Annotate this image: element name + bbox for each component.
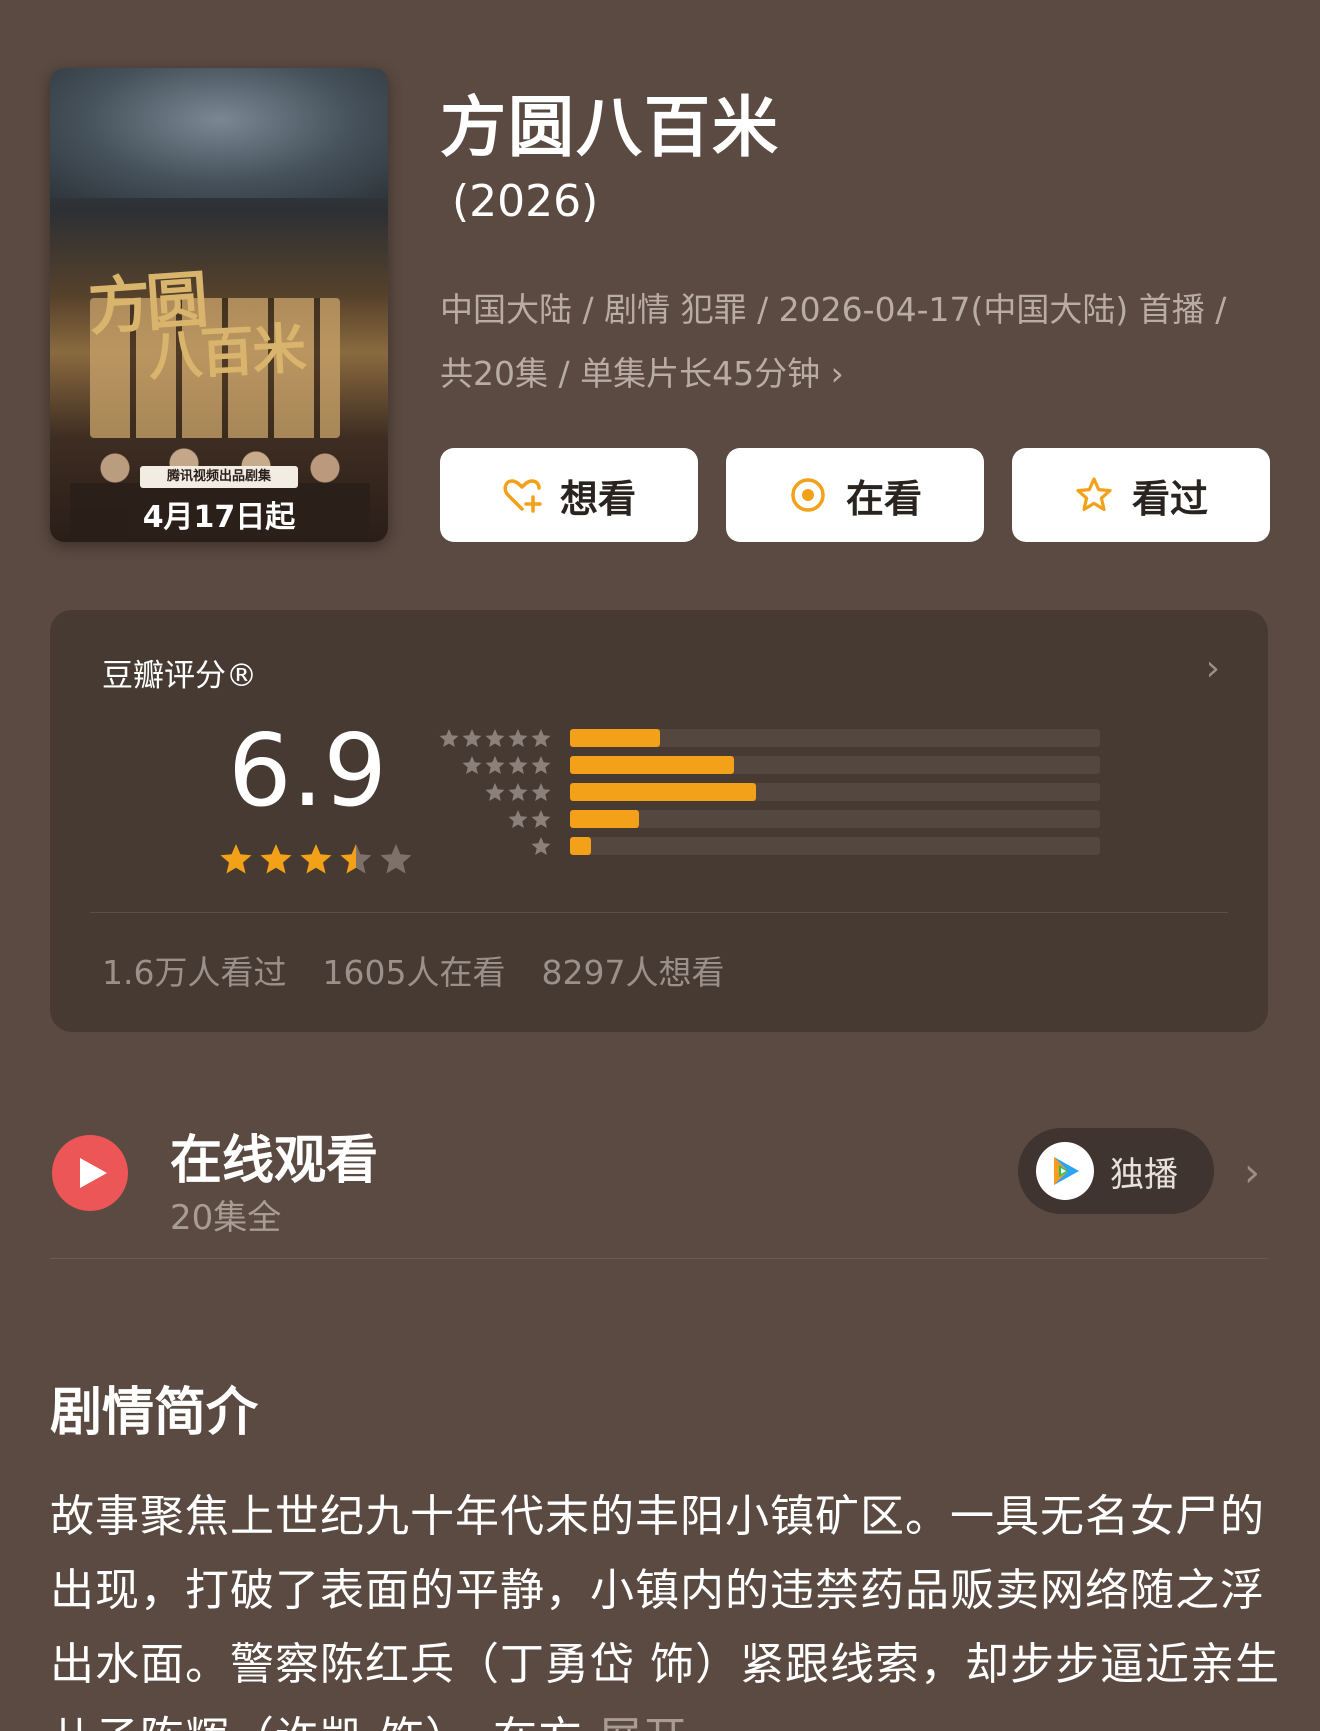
- expand-link[interactable]: 展开: [598, 1713, 688, 1731]
- small-star-icon: [508, 782, 528, 801]
- small-star-icon: [485, 728, 505, 747]
- watched-button[interactable]: 看过: [1012, 448, 1270, 542]
- distribution-row: [432, 751, 1100, 778]
- watching-label: 在看: [845, 476, 922, 521]
- online-watch-title[interactable]: 在线观看: [170, 1118, 378, 1193]
- small-star-icon: [485, 755, 505, 774]
- small-star-icon: [531, 809, 551, 828]
- distribution-bar: [570, 755, 735, 774]
- small-star-icon: [485, 782, 505, 801]
- distribution-row: [432, 805, 1100, 832]
- online-watch-subtitle: 20集全: [170, 1198, 282, 1238]
- small-star-icon: [508, 755, 528, 774]
- small-star-icon: [531, 782, 551, 801]
- play-icon[interactable]: [52, 1135, 128, 1211]
- distribution-row: [432, 724, 1100, 751]
- small-star-icon: [531, 728, 551, 747]
- want-to-watch-button[interactable]: 想看: [440, 448, 698, 542]
- star-icon: [380, 844, 412, 874]
- rating-counts: 1.6万人看过 1605人在看 8297人想看: [102, 946, 724, 994]
- distribution-track: [570, 836, 1100, 855]
- rating-card[interactable]: 豆瓣评分® › 6.9 1.6万人看过 1605人在看 8297人想看: [50, 610, 1268, 1032]
- rating-label: 豆瓣评分®: [102, 658, 257, 694]
- watching-count: 1605人在看: [322, 953, 506, 992]
- show-meta[interactable]: 中国大陆 / 剧情 犯罪 / 2026-04-17(中国大陆) 首播 / 共20…: [440, 278, 1260, 406]
- synopsis-body: 故事聚焦上世纪九十年代末的丰阳小镇矿区。一具无名女尸的出现，打破了表面的平静，小…: [50, 1491, 1280, 1731]
- distribution-bar: [570, 836, 592, 855]
- show-year: (2026): [452, 176, 599, 227]
- action-buttons: 想看 在看 看过: [440, 448, 1270, 542]
- chevron-right-icon: ›: [830, 354, 844, 393]
- want-count: 8297人想看: [541, 953, 725, 992]
- distribution-track: [570, 782, 1100, 801]
- distribution-stars: [432, 755, 552, 775]
- small-star-icon: [462, 755, 482, 774]
- poster-sky: [50, 68, 388, 198]
- watching-button[interactable]: 在看: [726, 448, 984, 542]
- distribution-row: [432, 778, 1100, 805]
- divider: [90, 912, 1228, 913]
- platform-pill[interactable]: 独播: [1018, 1128, 1214, 1214]
- distribution-bar: [570, 728, 661, 747]
- poster-date: 4月17日起: [142, 500, 296, 535]
- distribution-track: [570, 755, 1100, 774]
- show-title: 方圆八百米: [440, 89, 780, 166]
- star-icon: [300, 844, 332, 874]
- rating-stars: [218, 842, 414, 876]
- distribution-bar: [570, 809, 639, 828]
- star-icon: [260, 844, 292, 874]
- distribution-stars: [432, 782, 552, 802]
- poster-image[interactable]: 方圆 八百米 腾讯视频出品剧集 4月17日起: [50, 68, 388, 542]
- want-to-watch-label: 想看: [559, 476, 636, 521]
- watched-label: 看过: [1131, 476, 1208, 521]
- chevron-right-icon[interactable]: ›: [1244, 1150, 1260, 1196]
- star-icon: [340, 844, 372, 874]
- rating-distribution: [432, 724, 1100, 859]
- small-star-icon: [462, 728, 482, 747]
- divider: [50, 1258, 1268, 1259]
- star-outline-icon: [1076, 477, 1112, 511]
- watched-count: 1.6万人看过: [102, 953, 287, 992]
- heart-plus-icon: [503, 479, 542, 513]
- small-star-icon: [531, 755, 551, 774]
- small-star-icon: [508, 809, 528, 828]
- small-star-icon: [439, 728, 459, 747]
- target-icon: [791, 478, 825, 512]
- chevron-right-icon: ›: [1205, 648, 1220, 689]
- distribution-row: [432, 832, 1100, 859]
- distribution-bar: [570, 782, 756, 801]
- synopsis-title: 剧情简介: [50, 1383, 259, 1443]
- distribution-track: [570, 728, 1100, 747]
- rating-score: 6.9: [228, 712, 388, 829]
- platform-label: 独播: [1110, 1154, 1178, 1195]
- synopsis-text: 故事聚焦上世纪九十年代末的丰阳小镇矿区。一具无名女尸的出现，打破了表面的平静，小…: [50, 1480, 1280, 1731]
- distribution-stars: [432, 728, 552, 748]
- distribution-stars: [432, 809, 552, 829]
- distribution-track: [570, 809, 1100, 828]
- tencent-video-icon: [1036, 1142, 1094, 1200]
- distribution-stars: [432, 836, 552, 856]
- poster-badge: 腾讯视频出品剧集: [140, 466, 298, 488]
- poster-title-line2: 八百米: [146, 315, 306, 389]
- star-icon: [220, 844, 252, 874]
- small-star-icon: [508, 728, 528, 747]
- small-star-icon: [531, 836, 551, 855]
